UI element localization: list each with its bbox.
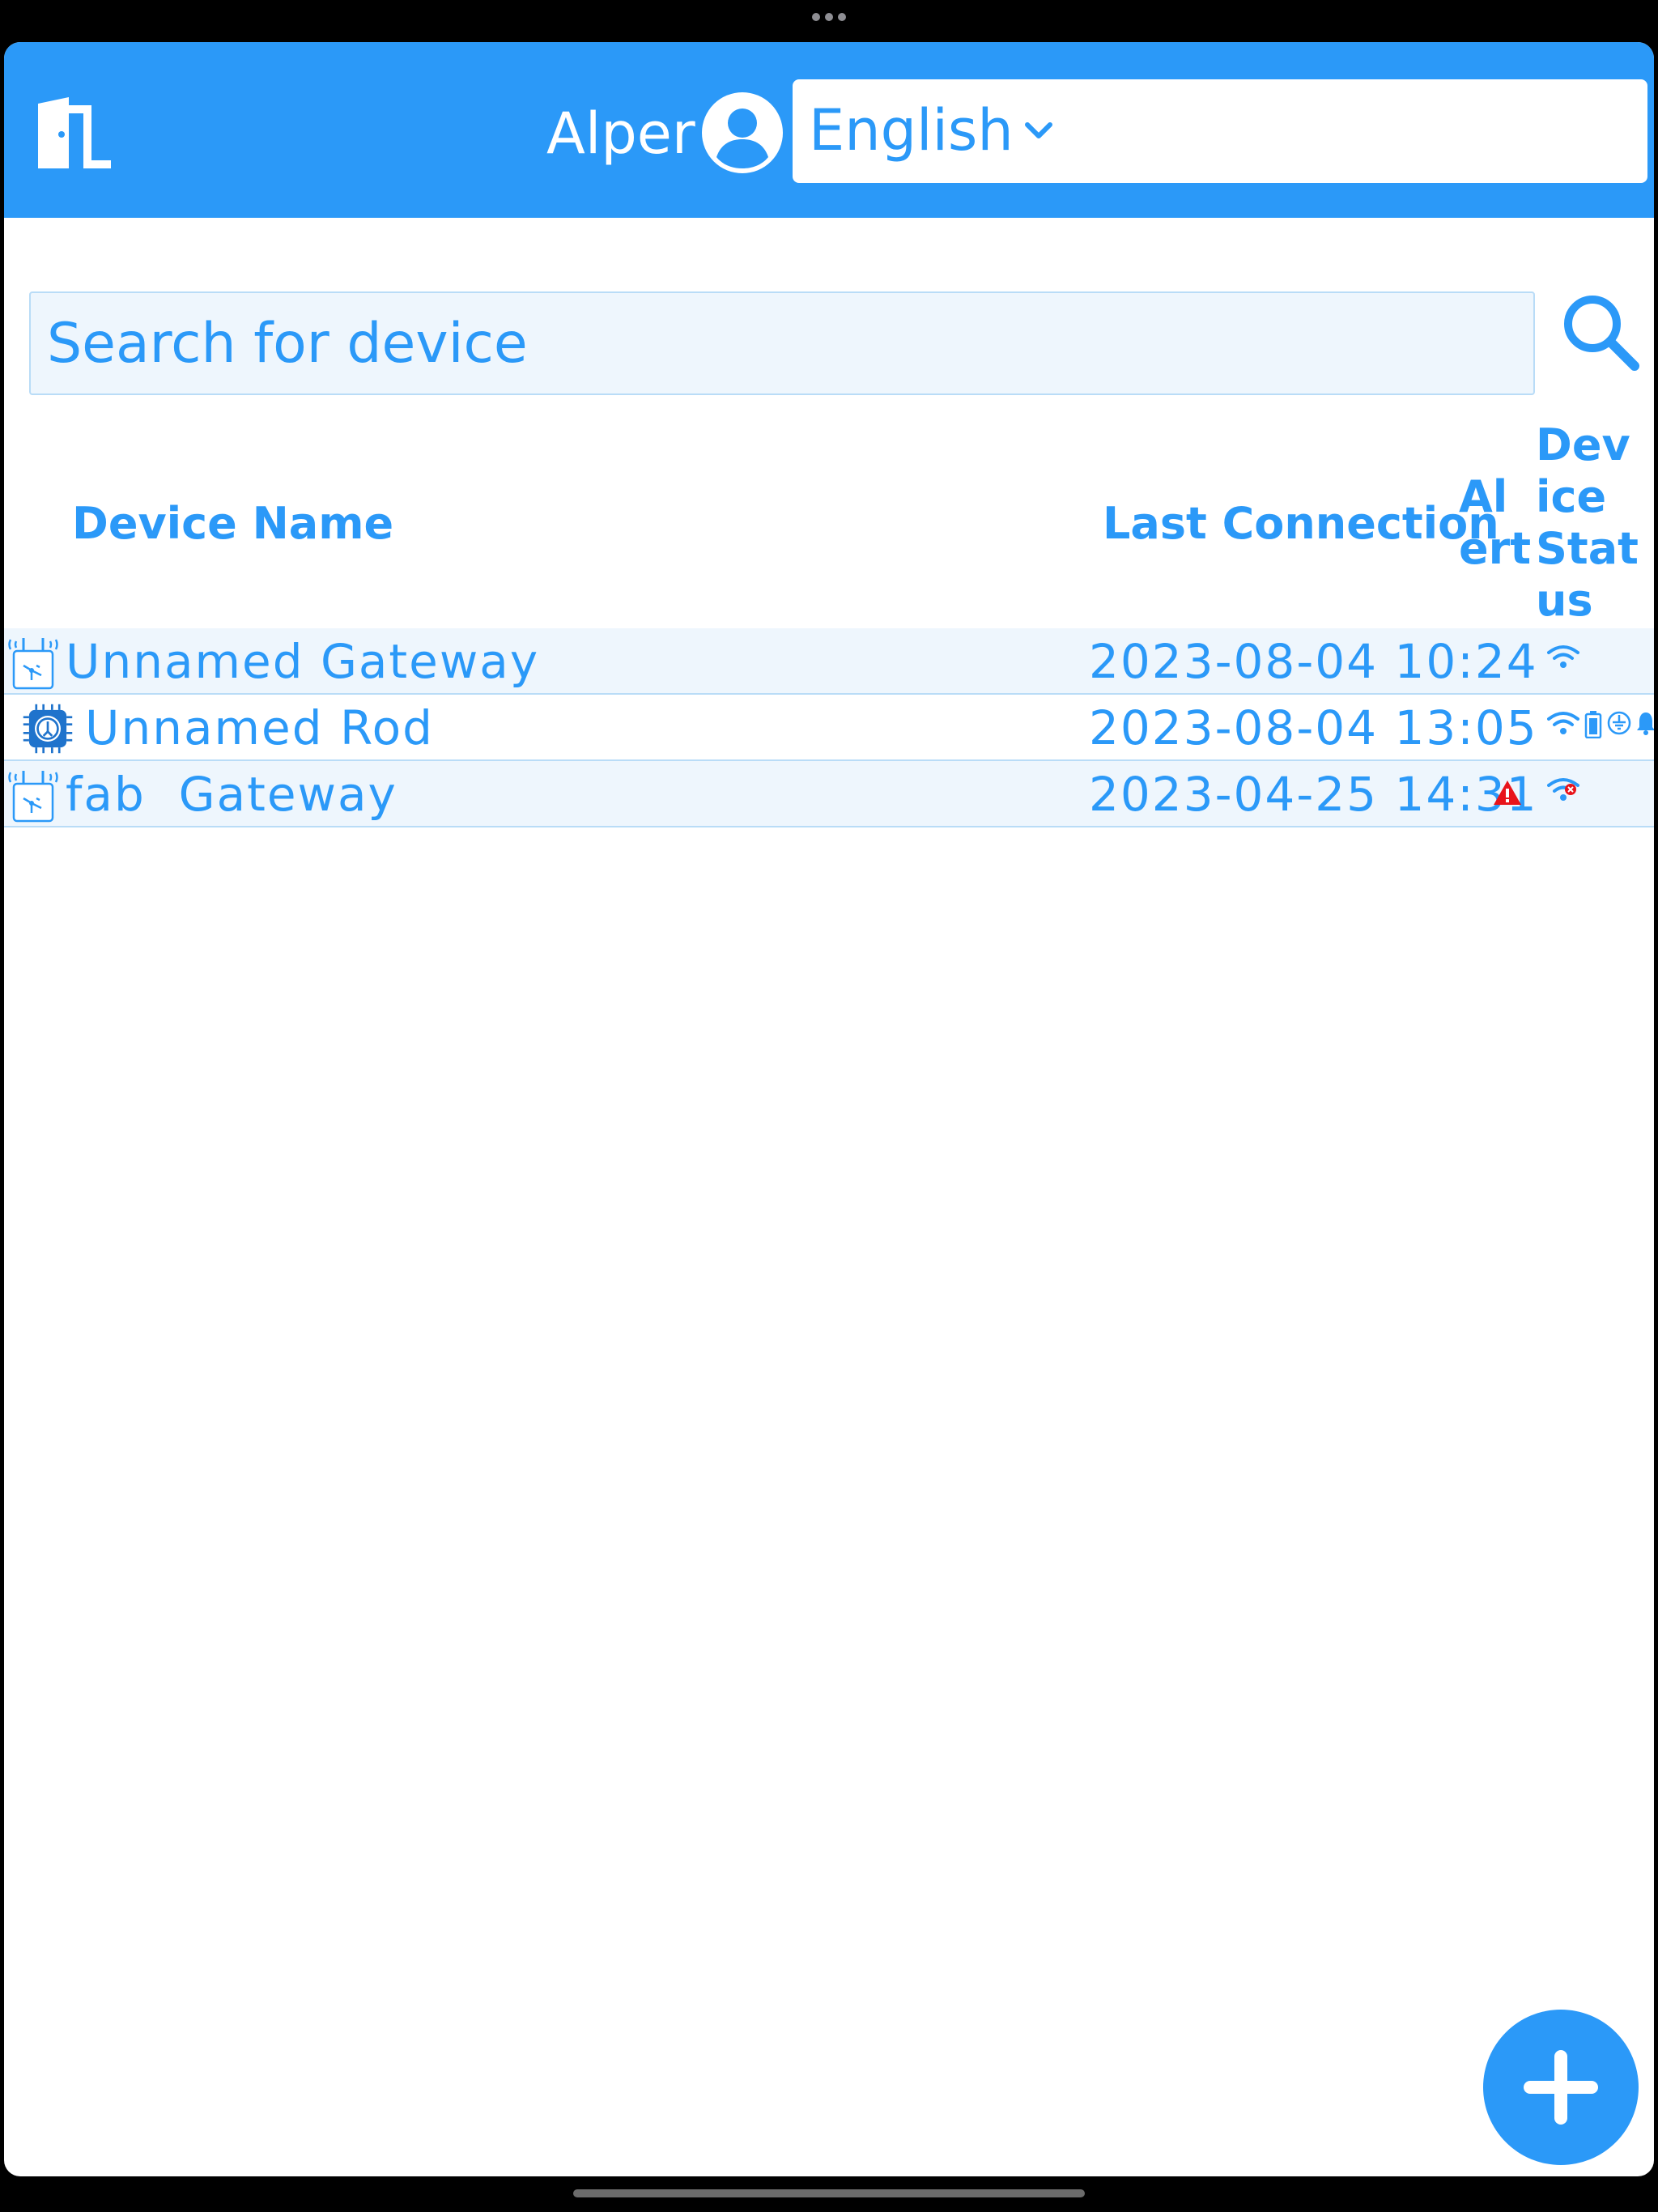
user-name: Alper xyxy=(546,100,695,167)
language-selected-value: English xyxy=(809,97,1014,164)
device-name[interactable]: Unnamed Gateway xyxy=(66,633,539,690)
language-select[interactable]: English xyxy=(793,79,1647,183)
battery-icon xyxy=(1584,711,1602,738)
add-device-button[interactable] xyxy=(1483,2010,1639,2165)
gateway-icon xyxy=(8,638,58,690)
wifi-icon xyxy=(1547,645,1579,668)
plus-icon xyxy=(1524,2050,1598,2125)
device-row[interactable]: Unnamed Gateway 2023-08-04 10:24 xyxy=(4,628,1654,695)
device-name[interactable]: Unnamed Rod xyxy=(85,700,434,756)
account-avatar-icon[interactable] xyxy=(700,91,784,175)
device-search-input[interactable] xyxy=(29,291,1535,395)
home-indicator[interactable] xyxy=(573,2189,1085,2197)
chevron-down-icon xyxy=(1025,122,1052,138)
column-header-last-connection[interactable]: Last Connection xyxy=(1103,496,1499,552)
column-header-device-name[interactable]: Device Name xyxy=(72,496,393,552)
wifi-icon xyxy=(1547,712,1579,734)
last-connection: 2023-08-04 13:05 xyxy=(1089,700,1538,755)
ground-icon xyxy=(1607,711,1631,735)
last-connection: 2023-04-25 14:31 xyxy=(1089,767,1538,822)
top-bar: Alper English xyxy=(4,42,1654,218)
app-window: Alper English Device Name Last Connectio… xyxy=(4,42,1654,2176)
last-connection: 2023-08-04 10:24 xyxy=(1089,634,1538,689)
device-row[interactable]: fab Gateway 2023-04-25 14:31 xyxy=(4,761,1654,827)
device-name[interactable]: fab Gateway xyxy=(66,766,397,823)
gateway-icon xyxy=(8,771,58,823)
warning-icon xyxy=(1494,781,1521,805)
column-header-device-status[interactable]: Device Status xyxy=(1536,419,1641,627)
multitasking-handle[interactable] xyxy=(812,13,846,23)
device-row[interactable]: Unnamed Rod 2023-08-04 13:05 xyxy=(4,695,1654,761)
search-icon[interactable] xyxy=(1560,291,1641,372)
bell-icon xyxy=(1637,713,1654,735)
wifi-disconnected-icon xyxy=(1547,778,1579,801)
rod-chip-icon xyxy=(23,704,73,754)
column-header-alert[interactable]: Alert xyxy=(1459,471,1532,575)
logout-door-icon[interactable] xyxy=(33,96,114,170)
